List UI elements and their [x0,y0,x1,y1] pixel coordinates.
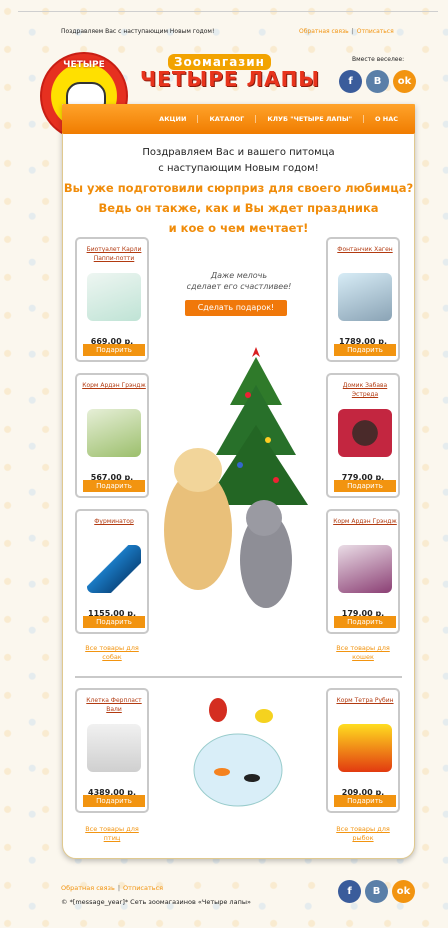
product-name-link[interactable]: Корм Тетра Рубин [330,696,400,705]
main-nav: АКЦИИ КАТАЛОГ КЛУБ "ЧЕТЫРЕ ЛАПЫ" О НАС [62,104,415,134]
intro-line: и кое о чем мечтает! [168,221,309,235]
odnoklassniki-paw-icon[interactable]: ok [393,70,416,93]
gift-product-button[interactable]: Подарить [83,480,145,492]
intro-line: Ведь он также, как и Вы ждет праздника [98,201,379,215]
copyright-text: © *[message_year]* Сеть зоомагазинов «Че… [61,898,251,906]
product-card: Фонтанчик Хаген 1789.00 р. Подарить [326,237,400,362]
unsubscribe-link[interactable]: Отписаться [357,28,394,35]
dog-and-cat-illustration [164,448,292,608]
product-name-link[interactable]: Биотуалет Карли Паппи-потти [79,245,149,263]
link-separator: | [117,884,121,892]
product-name-link[interactable]: Корм Ардэн Грэндж [79,381,149,390]
product-image[interactable] [338,724,392,772]
middle-line: сделает его счастливее! [186,282,292,291]
footer-unsubscribe-link[interactable]: Отписаться [123,884,163,892]
logo-text-top: ЧЕТЫРЕ [63,60,105,70]
brand-title: ЧЕТЫРЕ ЛАПЫ [140,67,321,91]
product-name-link[interactable]: Фурминатор [79,517,149,526]
gift-product-button[interactable]: Подарить [334,616,396,628]
nav-item-promotions[interactable]: АКЦИИ [148,115,197,123]
nav-item-catalog[interactable]: КАТАЛОГ [197,115,255,123]
product-card: Биотуалет Карли Паппи-потти 669.00 р. По… [75,237,149,362]
gift-product-button[interactable]: Подарить [83,616,145,628]
product-image[interactable] [338,409,392,457]
product-card: Корм Тетра Рубин 209.00 р. Подарить [326,688,400,813]
product-card: Клетка Ферпласт Вали 4389.00 р. Подарить [75,688,149,813]
gift-product-button[interactable]: Подарить [334,344,396,356]
product-card: Фурминатор 1155.00 р. Подарить [75,509,149,634]
product-card: Корм Ардэн Грэндж 179.00 р. Подарить [326,509,400,634]
feedback-link[interactable]: Обратная связь [299,28,349,35]
product-image[interactable] [87,273,141,321]
gift-product-button[interactable]: Подарить [334,480,396,492]
vk-paw-icon[interactable]: B [366,70,389,93]
facebook-paw-icon[interactable]: f [339,70,362,93]
intro-line: Вы уже подготовили сюрприз для своего лю… [63,181,414,195]
facebook-paw-icon[interactable]: f [338,880,361,903]
product-name-link[interactable]: Клетка Ферпласт Вали [79,696,149,714]
fishbowl-and-parrots-illustration [193,698,283,807]
product-name-link[interactable]: Фонтанчик Хаген [330,245,400,254]
gift-product-button[interactable]: Подарить [334,795,396,807]
product-name-link[interactable]: Домик Забава Эстреда [330,381,400,399]
footer-links: Обратная связь | Отписаться [61,884,163,892]
link-separator: | [351,28,354,35]
section-divider [75,676,402,678]
all-cat-products-link[interactable]: Все товары для кошек [333,644,393,662]
top-divider [18,11,438,12]
all-bird-products-link[interactable]: Все товары для птиц [82,825,142,843]
social-label: Вместе веселее: [352,56,405,63]
make-gift-button[interactable]: Сделать подарок! [185,300,287,316]
all-dog-products-link[interactable]: Все товары для собак [82,644,142,662]
product-image[interactable] [87,545,141,593]
nav-item-about[interactable]: О НАС [362,115,409,123]
product-card: Корм Ардэн Грэндж 567.00 р. Подарить [75,373,149,498]
product-image[interactable] [338,273,392,321]
product-card: Домик Забава Эстреда 779.00 р. Подарить [326,373,400,498]
intro-question: Вы уже подготовили сюрприз для своего лю… [62,178,415,238]
all-fish-products-link[interactable]: Все товары для рыбок [333,825,393,843]
intro-line: с наступающим Новым годом! [158,163,319,174]
footer-feedback-link[interactable]: Обратная связь [61,884,115,892]
nav-item-club[interactable]: КЛУБ "ЧЕТЫРЕ ЛАПЫ" [255,115,363,123]
gift-product-button[interactable]: Подарить [83,795,145,807]
vk-paw-icon[interactable]: B [365,880,388,903]
gift-product-button[interactable]: Подарить [83,344,145,356]
header-links: Обратная связь | Отписаться [299,28,394,35]
product-image[interactable] [338,545,392,593]
social-icons-top: f B ok [339,70,416,93]
odnoklassniki-paw-icon[interactable]: ok [392,880,415,903]
social-icons-bottom: f B ok [338,880,415,903]
product-name-link[interactable]: Корм Ардэн Грэндж [330,517,400,526]
intro-line: Поздравляем Вас и вашего питомца [142,147,335,158]
intro-greeting: Поздравляем Вас и вашего питомца с насту… [62,145,415,177]
header-greeting: Поздравляем Вас с наступающим Новым годо… [61,28,215,35]
product-image[interactable] [87,409,141,457]
product-image[interactable] [87,724,141,772]
middle-text: Даже мелочь сделает его счастливее! [175,270,303,292]
middle-line: Даже мелочь [210,271,268,280]
